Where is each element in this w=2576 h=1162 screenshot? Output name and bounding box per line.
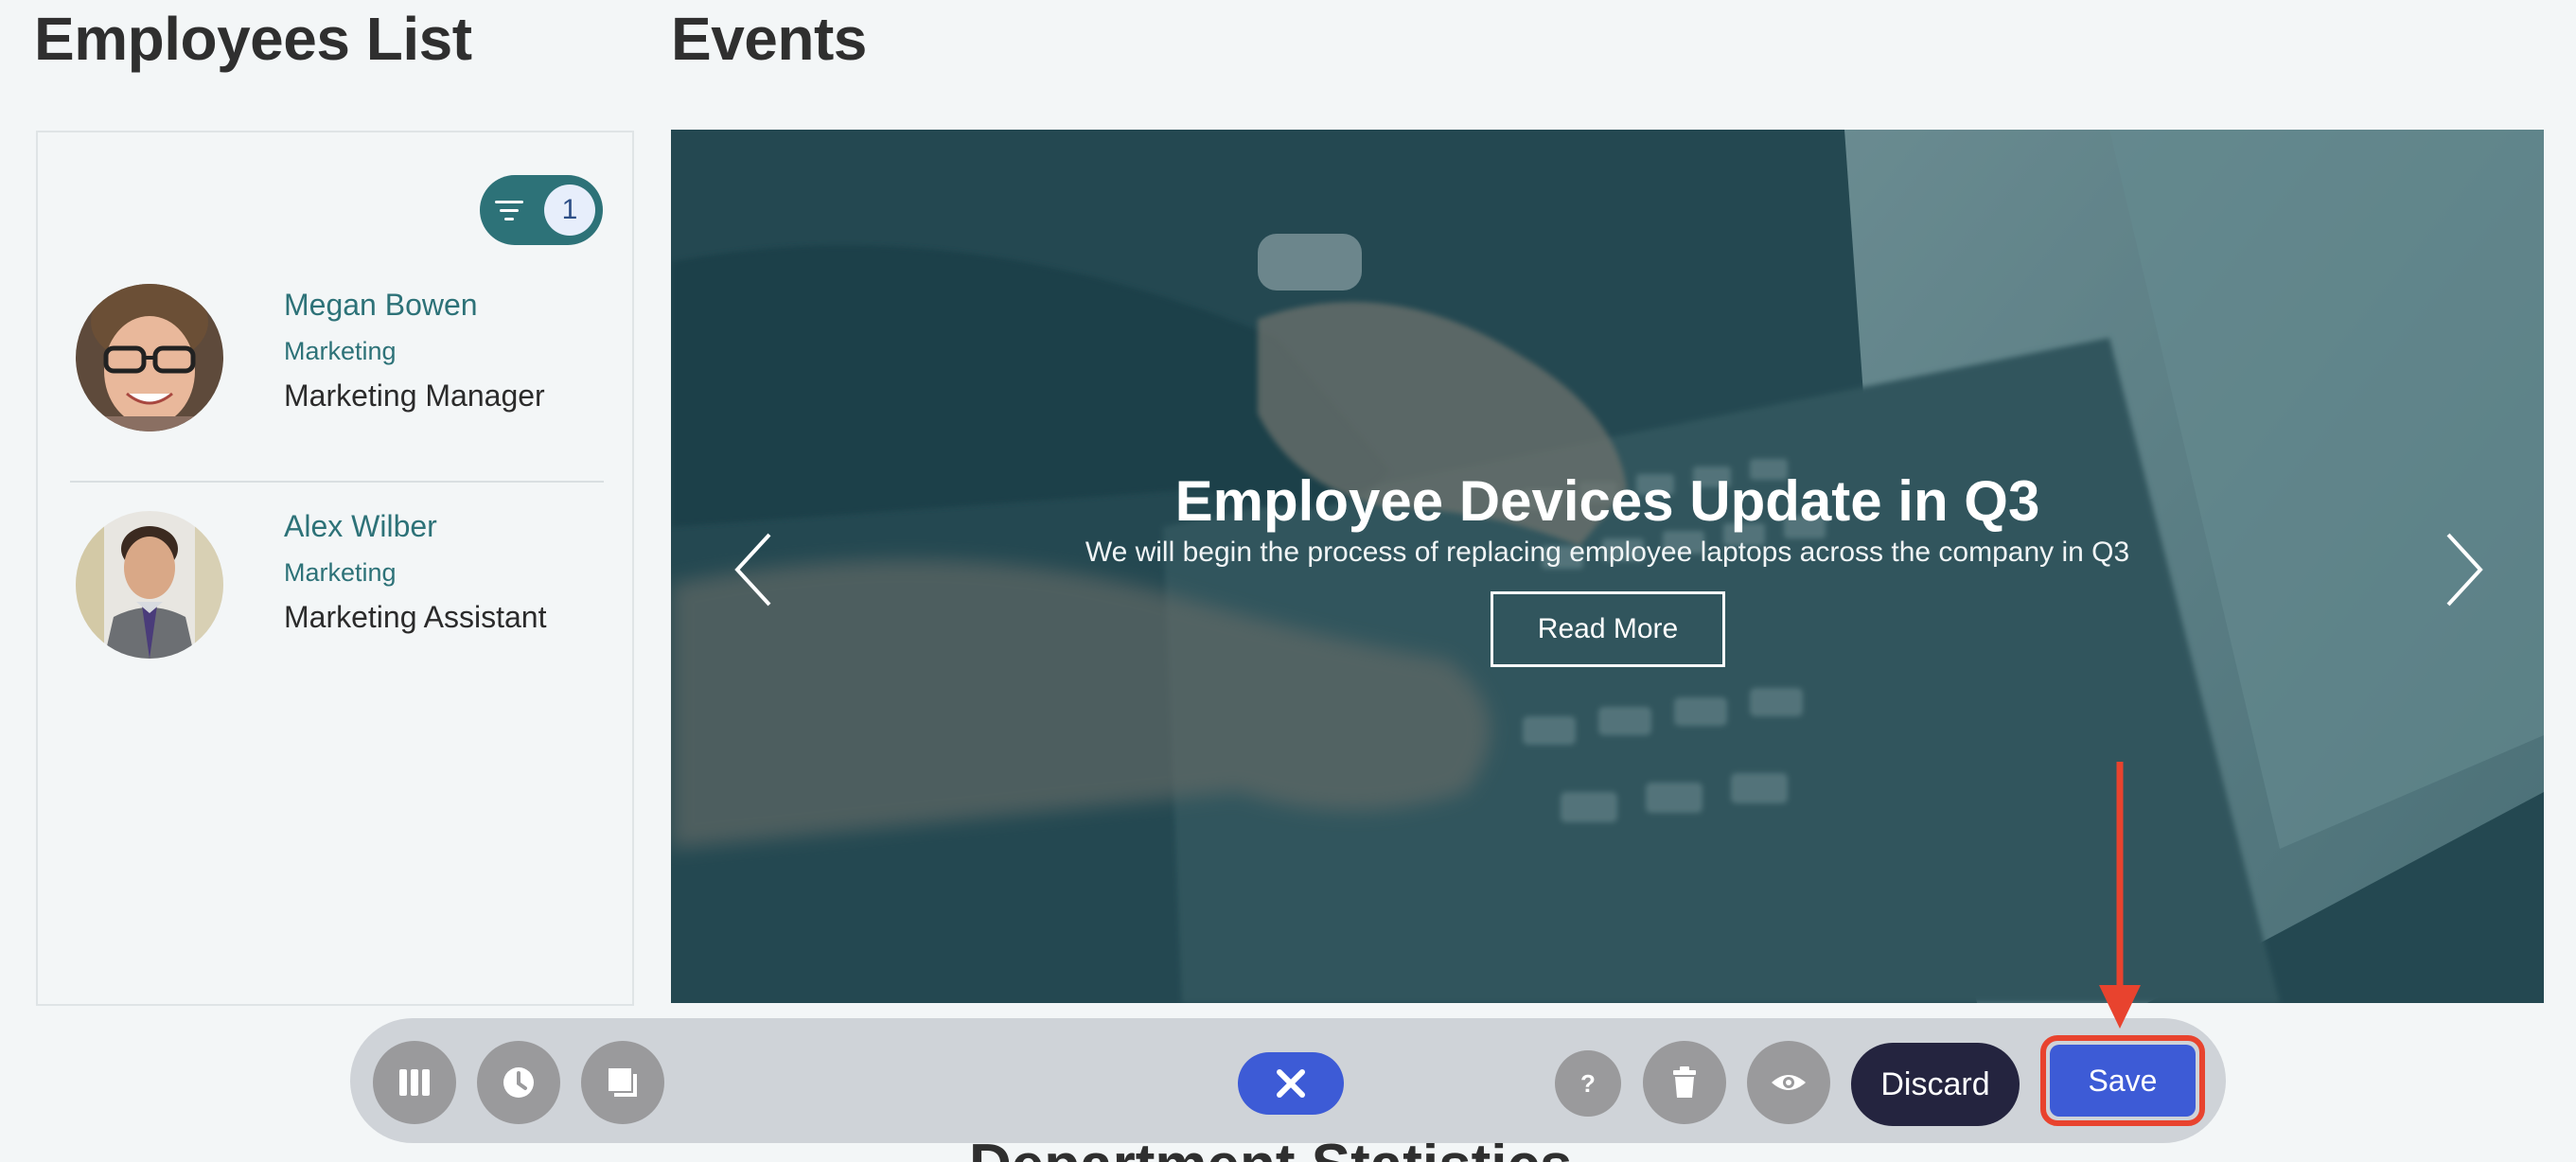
employee-card[interactable]: Megan Bowen Marketing Marketing Manager (70, 274, 604, 483)
filter-button[interactable]: 1 (480, 175, 603, 245)
employee-card[interactable]: Alex Wilber Marketing Marketing Assistan… (70, 502, 604, 710)
edit-toolbar: ? Discard Save (350, 1018, 2226, 1143)
help-button[interactable]: ? (1555, 1050, 1621, 1117)
history-button[interactable] (477, 1041, 560, 1124)
save-button[interactable]: Save (2050, 1045, 2196, 1117)
employees-panel: 1 Megan Bowen Marketing Marketing Manage… (36, 131, 634, 1006)
employees-list-title: Employees List (34, 5, 472, 73)
employee-name[interactable]: Megan Bowen (284, 288, 478, 323)
events-title: Events (671, 5, 867, 73)
trash-icon (1673, 1066, 1696, 1098)
layers-button[interactable] (581, 1041, 664, 1124)
close-icon (1277, 1069, 1305, 1098)
employee-role: Marketing Manager (284, 379, 545, 413)
annotation-arrow-icon (2099, 762, 2141, 1029)
columns-button[interactable] (373, 1041, 456, 1124)
employee-role: Marketing Assistant (284, 600, 547, 634)
save-highlight-box: Save (2040, 1035, 2205, 1126)
avatar (76, 284, 223, 431)
layers-icon (609, 1068, 637, 1097)
employee-department: Marketing (284, 337, 397, 365)
eye-icon (1772, 1075, 1806, 1090)
event-description: We will begin the process of replacing e… (1085, 537, 2130, 568)
close-button[interactable] (1238, 1052, 1344, 1115)
clock-icon (503, 1067, 534, 1098)
filter-icon (493, 197, 525, 223)
help-icon: ? (1580, 1069, 1596, 1098)
employee-department: Marketing (284, 558, 397, 587)
event-title: Employee Devices Update in Q3 (1174, 469, 2040, 533)
employee-name[interactable]: Alex Wilber (284, 509, 437, 544)
filter-count-badge: 1 (544, 185, 595, 236)
delete-button[interactable] (1643, 1041, 1726, 1124)
events-carousel[interactable]: Employee Devices Update in Q3 We will be… (671, 130, 2544, 1003)
discard-button[interactable]: Discard (1851, 1043, 2020, 1126)
avatar (76, 511, 223, 659)
read-more-button[interactable]: Read More (1491, 591, 1725, 667)
columns-icon (399, 1069, 430, 1096)
svg-text:?: ? (1580, 1069, 1596, 1098)
preview-button[interactable] (1747, 1041, 1830, 1124)
